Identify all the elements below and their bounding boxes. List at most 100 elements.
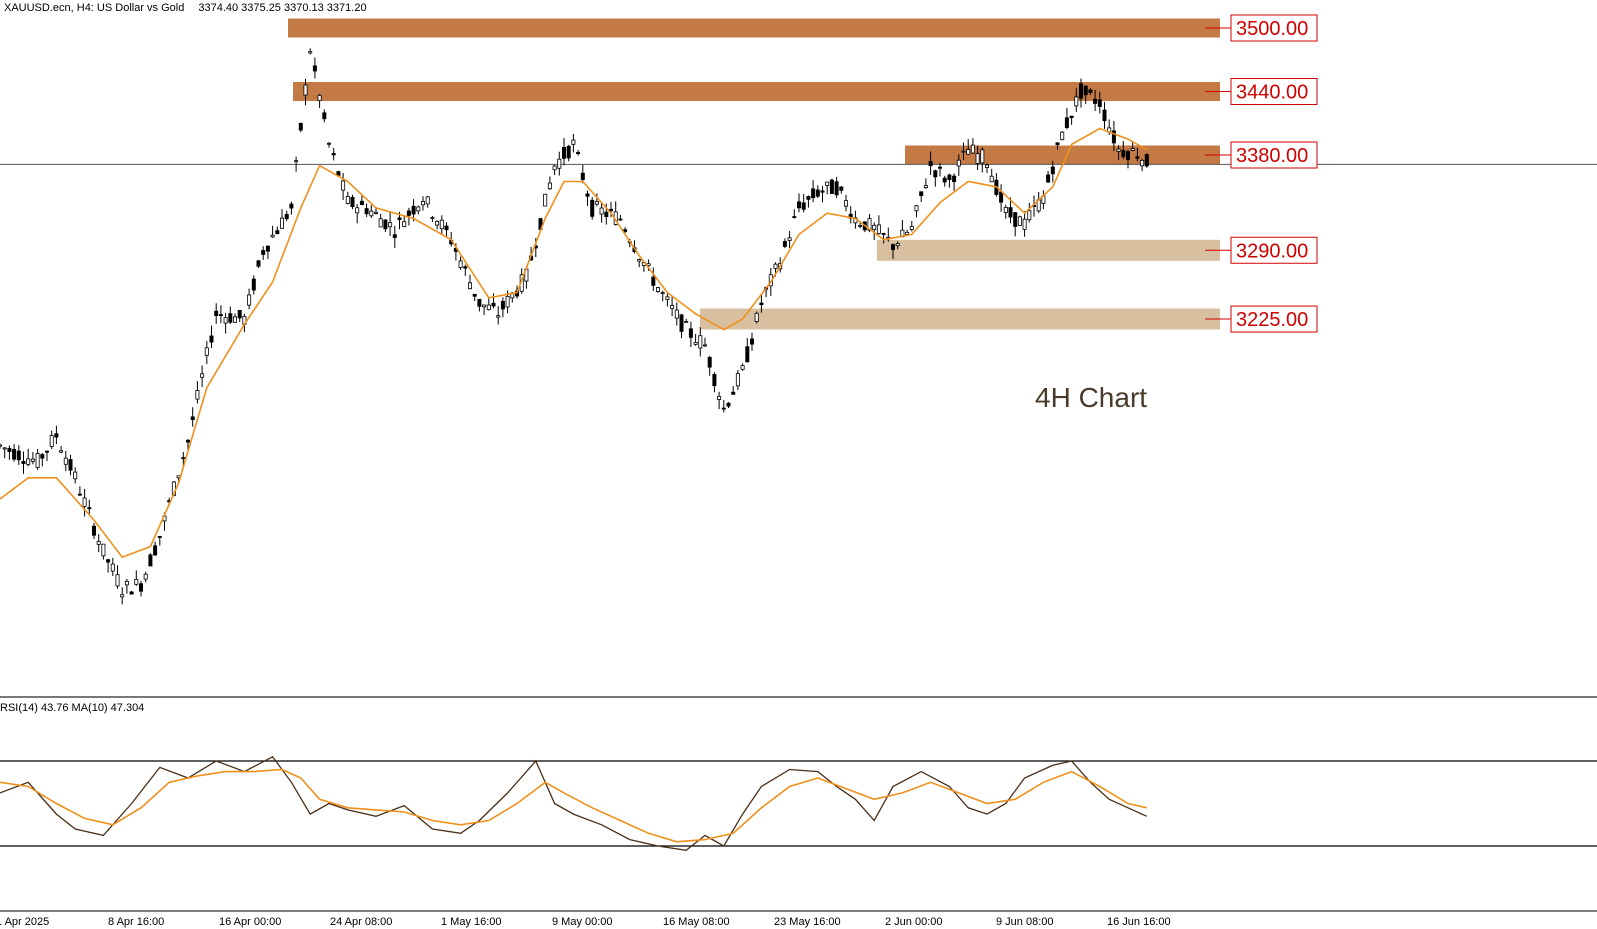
candle-body bbox=[30, 458, 35, 462]
candle-body bbox=[247, 294, 252, 306]
candle-body bbox=[1144, 154, 1149, 167]
candle-body bbox=[609, 208, 614, 212]
candle-body bbox=[909, 226, 914, 230]
candle-body bbox=[1116, 148, 1121, 152]
candle-body bbox=[1126, 151, 1131, 161]
time-tick-label: 23 May 16:00 bbox=[774, 916, 841, 928]
candle-body bbox=[703, 344, 708, 347]
candle-body bbox=[35, 453, 40, 468]
candle-body bbox=[717, 395, 722, 400]
candle-body bbox=[891, 244, 896, 251]
candle-body bbox=[63, 457, 68, 465]
candle-body bbox=[444, 225, 449, 231]
candle-body bbox=[472, 293, 477, 297]
candle-body bbox=[110, 563, 115, 572]
candle-body bbox=[355, 207, 360, 214]
candle-body bbox=[731, 391, 736, 395]
candle-body bbox=[101, 543, 106, 557]
candle-body bbox=[754, 312, 759, 322]
candle-body bbox=[265, 245, 270, 252]
time-axis-labels: 1 Apr 2025 8 Apr 16:00 16 Apr 00:00 24 Apr … bbox=[0, 916, 1171, 928]
candle-body bbox=[693, 342, 698, 345]
candle-body bbox=[106, 559, 111, 563]
candle-body bbox=[919, 191, 924, 197]
candle-body bbox=[312, 65, 317, 72]
candle-body bbox=[294, 160, 299, 163]
candle-body bbox=[604, 211, 609, 218]
candle-body bbox=[45, 450, 50, 453]
candle-body bbox=[688, 328, 693, 338]
candle-body bbox=[92, 525, 97, 536]
candle-body bbox=[12, 448, 17, 460]
candle-body bbox=[585, 193, 590, 197]
candle-body bbox=[491, 302, 496, 307]
candle-body bbox=[1008, 207, 1013, 218]
candle-body bbox=[590, 199, 595, 217]
candle-body bbox=[256, 260, 261, 267]
candle-body bbox=[839, 186, 844, 191]
candle-body bbox=[369, 210, 374, 217]
candle-body bbox=[439, 219, 444, 230]
candle-body bbox=[1121, 150, 1126, 158]
candle-body bbox=[120, 594, 125, 598]
candle-body bbox=[115, 574, 120, 587]
candle-body bbox=[1050, 166, 1055, 175]
candle-body bbox=[712, 373, 717, 387]
candle-body bbox=[82, 497, 87, 507]
candle-body bbox=[543, 193, 548, 207]
candle-body bbox=[204, 347, 209, 356]
time-tick-label: 1 Apr 2025 bbox=[0, 916, 49, 928]
candle-body bbox=[872, 224, 877, 230]
candle-body bbox=[322, 112, 327, 120]
candle-body bbox=[735, 373, 740, 387]
rsi-line bbox=[0, 755, 1148, 851]
time-tick-label: 16 Apr 00:00 bbox=[219, 916, 281, 928]
candle-body bbox=[26, 458, 31, 465]
candle-body bbox=[844, 200, 849, 207]
candle-body bbox=[411, 205, 416, 215]
candle-body bbox=[49, 435, 54, 447]
candle-body bbox=[148, 554, 153, 567]
candle-body bbox=[345, 196, 350, 204]
level-zone-3290 bbox=[877, 239, 1220, 261]
candle-body bbox=[552, 165, 557, 171]
candle-body bbox=[326, 142, 331, 145]
candle-body bbox=[1003, 206, 1008, 213]
candle-body bbox=[251, 278, 256, 291]
candle-body bbox=[811, 188, 816, 199]
candle-body bbox=[195, 390, 200, 400]
candle-body bbox=[801, 202, 806, 210]
candle-body bbox=[200, 373, 205, 378]
candle-body bbox=[942, 177, 947, 183]
candle-body bbox=[571, 139, 576, 145]
candle-body bbox=[214, 310, 219, 316]
candle-body bbox=[7, 448, 12, 452]
candle-body bbox=[467, 282, 472, 290]
candle-body bbox=[745, 346, 750, 363]
candle-body bbox=[223, 317, 228, 324]
candle-body bbox=[806, 196, 811, 200]
candle-body bbox=[157, 535, 162, 538]
candle-body bbox=[270, 234, 275, 238]
candle-body bbox=[970, 144, 975, 154]
candle-body bbox=[397, 217, 402, 220]
candle-body bbox=[684, 321, 689, 323]
candle-body bbox=[261, 250, 266, 255]
candle-body bbox=[317, 94, 322, 101]
rsi-ma-line bbox=[0, 768, 1147, 843]
candle-body bbox=[698, 335, 703, 349]
candle-body bbox=[656, 287, 661, 292]
candle-body bbox=[331, 153, 336, 156]
level-zone-3500 bbox=[288, 18, 1220, 38]
candle-body bbox=[237, 309, 242, 319]
candle-body bbox=[209, 335, 214, 343]
candle-body bbox=[576, 151, 581, 155]
level-label-3380: 3380.00 bbox=[1236, 145, 1308, 167]
candle-body bbox=[674, 309, 679, 319]
candle-body bbox=[1017, 216, 1022, 226]
candle-body bbox=[820, 190, 825, 193]
candle-body bbox=[21, 461, 26, 464]
candle-body bbox=[782, 241, 787, 247]
candle-body bbox=[933, 170, 938, 178]
time-tick-label: 9 Jun 08:00 bbox=[996, 916, 1054, 928]
